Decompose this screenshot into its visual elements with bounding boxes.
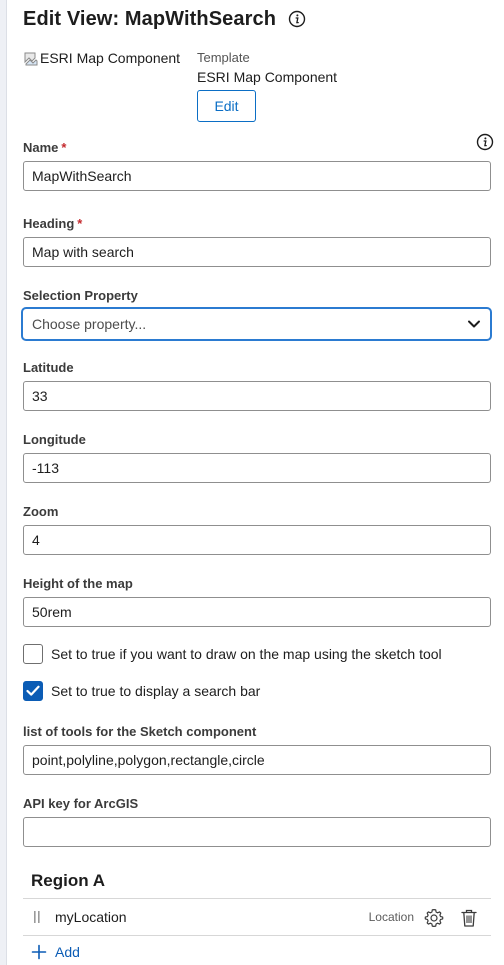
template-preview-image: ESRI Map Component [23, 50, 180, 67]
api-key-field: API key for ArcGIS [23, 796, 491, 847]
sketch-tools-label: list of tools for the Sketch component [23, 724, 257, 739]
sketch-tools-field: list of tools for the Sketch component [23, 724, 491, 775]
zoom-input[interactable] [23, 525, 491, 555]
template-meta: Template ESRI Map Component Edit [197, 50, 337, 122]
api-key-label: API key for ArcGIS [23, 796, 139, 811]
required-marker: * [61, 140, 67, 155]
longitude-input[interactable] [23, 453, 491, 483]
sketch-tools-input[interactable] [23, 745, 491, 775]
selection-property-field: Selection Property Choose property... [21, 288, 492, 341]
region-item-type: Location [368, 910, 414, 924]
add-item-label: Add [55, 944, 80, 960]
trash-icon[interactable] [460, 908, 478, 928]
template-image-alt: ESRI Map Component [40, 50, 181, 66]
page-header: Edit View: MapWithSearch [23, 6, 306, 32]
zoom-field: Zoom [23, 504, 491, 555]
map-height-field: Height of the map [23, 576, 491, 627]
region-a: Region A myLocation Location Add [23, 864, 491, 960]
heading-label-text: Heading [23, 216, 75, 231]
map-height-label: Height of the map [23, 576, 133, 591]
checkmark-icon [26, 685, 40, 696]
longitude-label: Longitude [23, 432, 86, 447]
region-item[interactable]: myLocation Location [23, 898, 491, 936]
name-field: Name * [23, 133, 494, 191]
selection-property-placeholder: Choose property... [32, 316, 147, 332]
sketch-toggle-label: Set to true if you want to draw on the m… [51, 646, 442, 662]
latitude-field: Latitude [23, 360, 491, 411]
required-marker: * [77, 216, 83, 231]
template-section: ESRI Map Component Template ESRI Map Com… [23, 50, 493, 122]
region-item-name: myLocation [55, 909, 127, 925]
add-item-button[interactable]: Add [31, 944, 491, 960]
search-toggle-label: Set to true to display a search bar [51, 683, 261, 699]
name-label: Name * [23, 140, 491, 156]
left-panel-edge [0, 0, 7, 965]
plus-icon [31, 944, 47, 960]
broken-image-icon [24, 52, 38, 66]
heading-input[interactable] [23, 237, 491, 267]
search-toggle-checkbox[interactable] [23, 681, 43, 701]
heading-field: Heading * [23, 216, 491, 267]
page-title: Edit View: MapWithSearch [23, 7, 277, 30]
info-icon[interactable] [476, 133, 494, 151]
info-icon[interactable] [288, 10, 306, 28]
gear-icon[interactable] [424, 908, 444, 928]
name-label-text: Name [23, 140, 59, 155]
latitude-label: Latitude [23, 360, 74, 375]
edit-template-button[interactable]: Edit [197, 90, 256, 122]
template-name: ESRI Map Component [197, 69, 338, 85]
drag-handle-icon[interactable] [33, 910, 41, 924]
chevron-down-icon [468, 320, 480, 328]
name-input[interactable] [23, 161, 491, 191]
sketch-toggle-row: Set to true if you want to draw on the m… [23, 644, 442, 664]
selection-property-label: Selection Property [23, 288, 138, 303]
search-toggle-row: Set to true to display a search bar [23, 681, 260, 701]
heading-label: Heading * [23, 216, 491, 232]
sketch-toggle-checkbox[interactable] [23, 644, 43, 664]
region-title: Region A [31, 871, 105, 890]
zoom-label: Zoom [23, 504, 59, 519]
longitude-field: Longitude [23, 432, 491, 483]
api-key-input[interactable] [23, 817, 491, 847]
latitude-input[interactable] [23, 381, 491, 411]
selection-property-select[interactable]: Choose property... [21, 307, 492, 341]
map-height-input[interactable] [23, 597, 491, 627]
template-label: Template [197, 50, 250, 65]
